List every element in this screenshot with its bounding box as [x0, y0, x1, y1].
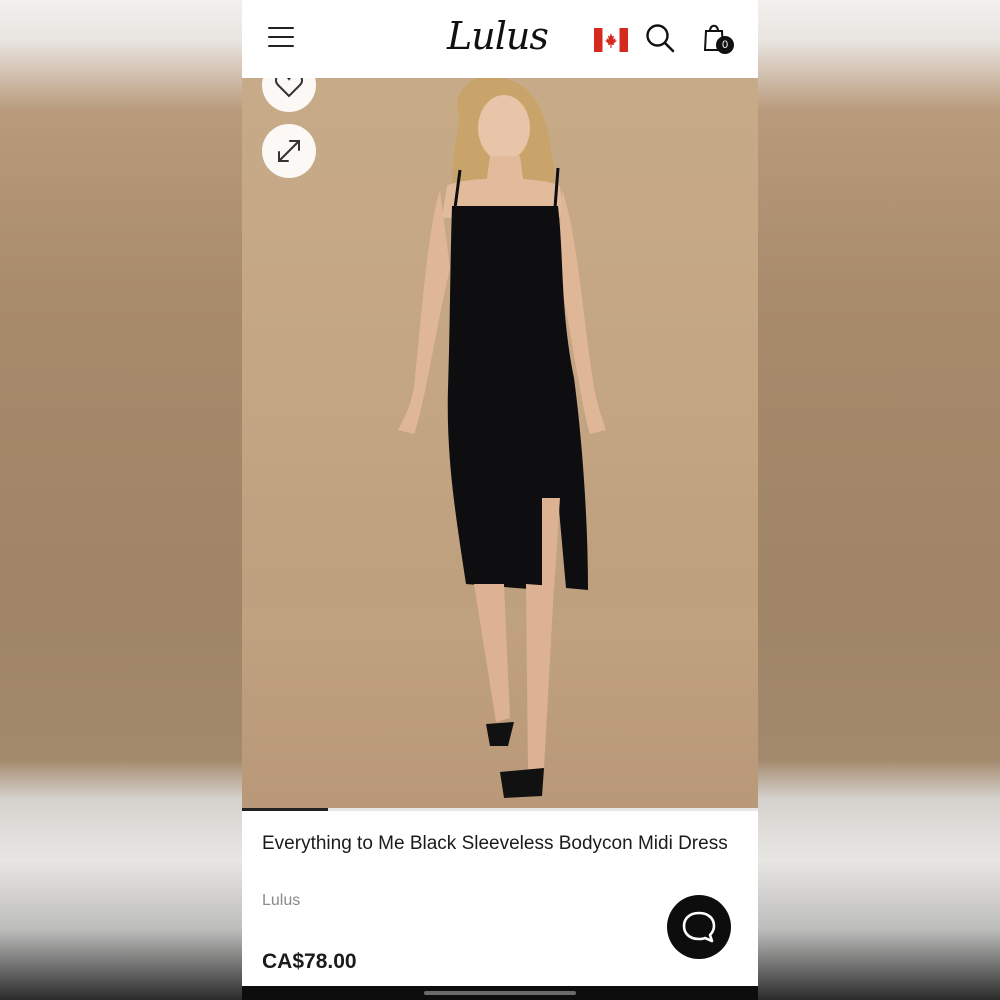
- chat-bubble-icon: [682, 911, 716, 943]
- search-icon[interactable]: [644, 22, 676, 54]
- wishlist-button[interactable]: [262, 78, 316, 112]
- expand-icon: [278, 140, 300, 162]
- hamburger-menu-icon[interactable]: [268, 27, 294, 47]
- system-bottom-bar: [242, 986, 758, 1000]
- product-brand-link[interactable]: Lulus: [262, 892, 300, 910]
- phone-screen: Lulus 0 Everything to Me Black Sleeveles…: [242, 0, 758, 1000]
- product-image[interactable]: [242, 78, 758, 810]
- fullscreen-button[interactable]: [262, 124, 316, 178]
- product-title: Everything to Me Black Sleeveless Bodyco…: [262, 833, 728, 854]
- product-price: CA$78.00: [262, 950, 357, 973]
- canada-flag-icon[interactable]: [594, 28, 628, 52]
- image-carousel-progress: [242, 808, 758, 811]
- cart-count-badge: 0: [716, 36, 734, 54]
- brand-logo[interactable]: Lulus: [447, 12, 557, 60]
- shopping-bag-icon[interactable]: 0: [700, 20, 736, 56]
- chat-button[interactable]: [667, 895, 731, 959]
- carousel-progress-fill: [242, 808, 328, 811]
- home-indicator[interactable]: [424, 991, 576, 995]
- model-in-black-dress-image: [242, 78, 758, 810]
- heart-icon: [274, 78, 304, 98]
- top-navigation-bar: Lulus 0: [242, 0, 758, 78]
